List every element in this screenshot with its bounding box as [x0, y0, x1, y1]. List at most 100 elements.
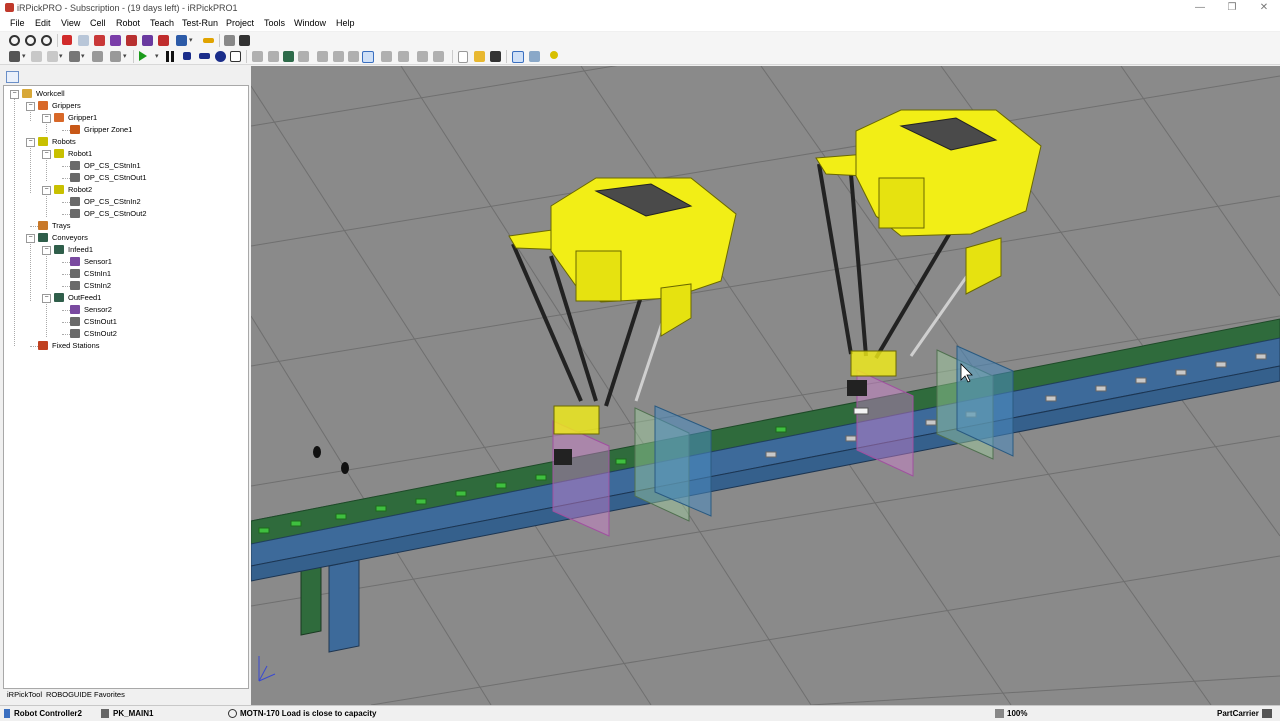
chevron-down-icon[interactable]: ▾: [22, 52, 26, 60]
tree-view-icon[interactable]: [512, 51, 524, 63]
step-icon[interactable]: [47, 51, 58, 62]
trace-icon[interactable]: [398, 51, 409, 62]
collapse-toggle-icon[interactable]: −: [42, 186, 51, 195]
gripper-tool-icon[interactable]: [110, 51, 121, 62]
tree-node[interactable]: − Conveyors: [4, 232, 244, 244]
collapse-toggle-icon[interactable]: −: [42, 114, 51, 123]
collapse-toggle-icon[interactable]: −: [26, 138, 35, 147]
menu-project[interactable]: Project: [226, 18, 254, 28]
maximize-button[interactable]: ❐: [1214, 1, 1250, 15]
tree-node[interactable]: Trays: [4, 220, 244, 232]
pin-icon[interactable]: [9, 51, 20, 62]
tree-node[interactable]: Sensor2: [4, 304, 244, 316]
tree-node[interactable]: − OutFeed1: [4, 292, 244, 304]
menu-edit[interactable]: Edit: [35, 18, 51, 28]
camera-icon[interactable]: [239, 35, 250, 46]
align-icon[interactable]: [317, 51, 328, 62]
collapse-toggle-icon[interactable]: −: [42, 150, 51, 159]
online-icon[interactable]: [381, 51, 392, 62]
hand-icon[interactable]: [224, 35, 235, 46]
abort-icon[interactable]: [215, 51, 226, 62]
tree-node[interactable]: − Robot2: [4, 184, 244, 196]
run-icon[interactable]: [139, 51, 147, 61]
properties-icon[interactable]: [529, 51, 540, 62]
tab-roboguide[interactable]: ROBOGUIDE: [46, 690, 92, 699]
robot-target-icon[interactable]: [94, 35, 105, 46]
tree-node[interactable]: − Infeed1: [4, 244, 244, 256]
record-icon[interactable]: [69, 51, 80, 62]
zoom-out-icon[interactable]: [25, 35, 36, 46]
menu-teach[interactable]: Teach: [150, 18, 174, 28]
menu-view[interactable]: View: [61, 18, 80, 28]
tree-node[interactable]: Gripper Zone1: [4, 124, 244, 136]
chevron-down-icon[interactable]: ▾: [81, 52, 85, 60]
rotate-icon[interactable]: [348, 51, 359, 62]
tab-irpicktool[interactable]: iRPickTool: [7, 690, 42, 699]
move-target-icon[interactable]: [62, 35, 72, 45]
tree-node[interactable]: CStnIn1: [4, 268, 244, 280]
menu-tools[interactable]: Tools: [264, 18, 285, 28]
help-icon[interactable]: [550, 51, 558, 59]
status-controller[interactable]: Robot Controller2: [14, 709, 82, 718]
collapse-toggle-icon[interactable]: −: [42, 246, 51, 255]
reach-icon[interactable]: [433, 51, 444, 62]
collapse-toggle-icon[interactable]: −: [26, 234, 35, 243]
chevron-down-icon[interactable]: ▾: [123, 52, 127, 60]
collapse-toggle-icon[interactable]: −: [26, 102, 35, 111]
tree-node[interactable]: − Grippers: [4, 100, 244, 112]
tree-node[interactable]: Fixed Stations: [4, 340, 244, 352]
display-icon[interactable]: [230, 51, 241, 62]
undo-move-icon[interactable]: [78, 35, 89, 46]
settings-icon[interactable]: [92, 51, 103, 62]
zoom-in-icon[interactable]: [9, 35, 20, 46]
menu-cell[interactable]: Cell: [90, 18, 106, 28]
tool-frame-icon[interactable]: [158, 35, 169, 46]
chevron-down-icon[interactable]: ▾: [189, 36, 193, 44]
chevron-down-icon[interactable]: ▾: [155, 52, 159, 60]
pause-icon[interactable]: [166, 51, 174, 62]
status-program[interactable]: PK_MAIN1: [113, 709, 153, 718]
zoom-fit-icon[interactable]: [41, 35, 52, 46]
pointer-mode-icon[interactable]: [362, 51, 374, 63]
menu-file[interactable]: File: [10, 18, 25, 28]
tree-node[interactable]: OP_CS_CStnIn1: [4, 160, 244, 172]
edit-icon[interactable]: [31, 51, 42, 62]
eject-icon[interactable]: [199, 53, 210, 59]
part-carrier-icon[interactable]: [1262, 709, 1272, 718]
measure-icon[interactable]: [203, 38, 214, 43]
collision-icon[interactable]: [417, 51, 428, 62]
tree-node[interactable]: − Workcell: [4, 88, 244, 100]
grid-icon[interactable]: [268, 51, 279, 62]
tree-node[interactable]: − Gripper1: [4, 112, 244, 124]
minimize-button[interactable]: —: [1182, 1, 1218, 15]
layout-icon[interactable]: [252, 51, 263, 62]
menu-test-run[interactable]: Test-Run: [182, 18, 218, 28]
tab-favorites[interactable]: Favorites: [94, 690, 125, 699]
collapse-toggle-icon[interactable]: −: [10, 90, 19, 99]
tree-node[interactable]: CStnOut2: [4, 328, 244, 340]
sync-icon[interactable]: [298, 51, 309, 62]
menu-window[interactable]: Window: [294, 18, 326, 28]
snap-icon[interactable]: [333, 51, 344, 62]
stop-icon[interactable]: [183, 52, 191, 60]
menu-robot[interactable]: Robot: [116, 18, 140, 28]
panel-toggle-icon[interactable]: [6, 71, 19, 83]
conveyor-tool-icon[interactable]: [283, 51, 294, 62]
teach-pendant-icon[interactable]: [176, 35, 187, 46]
tree-node[interactable]: OP_CS_CStnOut2: [4, 208, 244, 220]
close-button[interactable]: ✕: [1246, 1, 1280, 15]
collapse-toggle-icon[interactable]: −: [42, 294, 51, 303]
chevron-down-icon[interactable]: ▾: [59, 52, 63, 60]
new-file-icon[interactable]: [458, 51, 468, 63]
workcell-3d-viewport[interactable]: [251, 66, 1280, 705]
frame-icon[interactable]: [142, 35, 153, 46]
tree-node[interactable]: OP_CS_CStnIn2: [4, 196, 244, 208]
menu-help[interactable]: Help: [336, 18, 355, 28]
tree-node[interactable]: OP_CS_CStnOut1: [4, 172, 244, 184]
tree-node[interactable]: − Robots: [4, 136, 244, 148]
jog-icon[interactable]: [110, 35, 121, 46]
tree-node[interactable]: CStnIn2: [4, 280, 244, 292]
save-icon[interactable]: [490, 51, 501, 62]
tree-node[interactable]: Sensor1: [4, 256, 244, 268]
tree-node[interactable]: CStnOut1: [4, 316, 244, 328]
